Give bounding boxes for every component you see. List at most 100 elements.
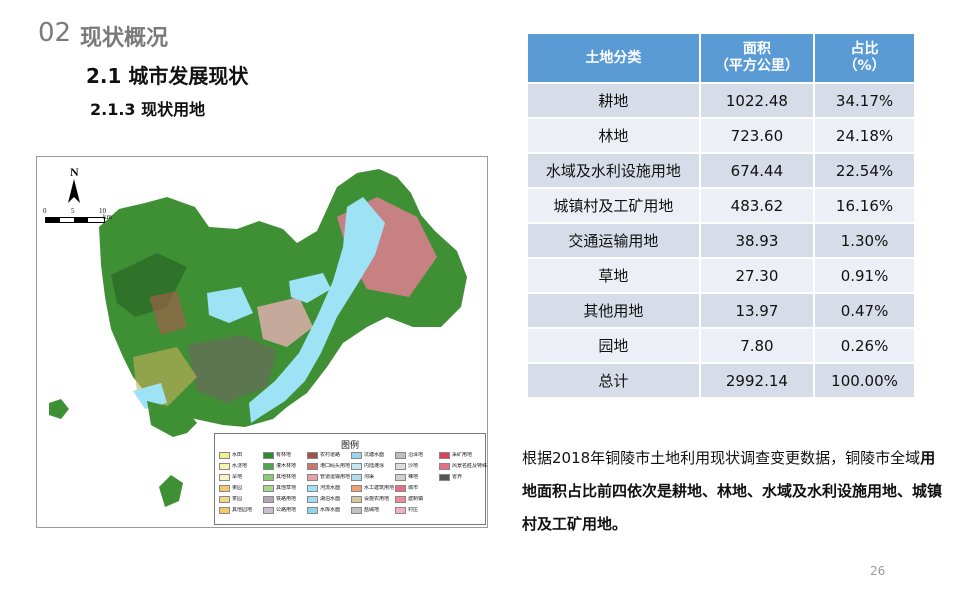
legend-label: 风景名胜及特殊用地 bbox=[452, 464, 488, 469]
legend-label: 沙地 bbox=[408, 464, 419, 469]
table-cell-category: 水域及水利设施用地 bbox=[526, 152, 701, 189]
legend-label: 果园 bbox=[232, 486, 243, 491]
map-legend: 图例 水田 水浇地 旱地 果园 茶园 其他园地 有林地 灌木林地 其他林地 其他草地 铁路用地 公路用… bbox=[214, 433, 487, 525]
table-cell-area: 27.30 bbox=[698, 257, 816, 294]
table-cell-category: 总计 bbox=[526, 362, 701, 399]
legend-swatch bbox=[395, 452, 406, 459]
legend-swatch bbox=[351, 485, 362, 492]
table-cell-area: 2992.14 bbox=[698, 362, 816, 399]
legend-items: 水田 水浇地 旱地 果园 茶园 其他园地 有林地 灌木林地 其他林地 其他草地 铁路用地 公路用地 农村… bbox=[219, 452, 487, 522]
table-cell-category: 园地 bbox=[526, 327, 701, 364]
table-cell-category: 耕地 bbox=[526, 82, 701, 119]
legend-label: 水浇地 bbox=[232, 464, 248, 469]
north-arrow-icon bbox=[68, 179, 80, 203]
legend-label: 建制镇 bbox=[408, 497, 424, 502]
legend-swatch bbox=[263, 507, 274, 514]
table-cell-category: 其他用地 bbox=[526, 292, 701, 329]
table-cell-category: 林地 bbox=[526, 117, 701, 154]
land-use-table: 土地分类 面积 （平方公里） 占比 （%） 耕地 1022.48 34.17% 林地 7… bbox=[526, 32, 916, 399]
legend-swatch bbox=[439, 452, 450, 459]
legend-label: 湖泊水面 bbox=[320, 497, 341, 502]
table-cell-area: 7.80 bbox=[698, 327, 816, 364]
legend-item: 省界 bbox=[439, 474, 487, 484]
table-cell-ratio: 1.30% bbox=[813, 222, 916, 259]
subtitle-level-1: 2.1 城市发展现状 bbox=[86, 64, 249, 88]
legend-item: 城市 bbox=[395, 485, 461, 495]
legend-label: 铁路用地 bbox=[276, 497, 297, 502]
legend-swatch bbox=[307, 463, 318, 470]
table-row: 林地 723.60 24.18% bbox=[526, 117, 916, 154]
table-cell-ratio: 34.17% bbox=[813, 82, 916, 119]
legend-swatch bbox=[395, 474, 406, 481]
legend-item: 风景名胜及特殊用地 bbox=[439, 463, 488, 473]
legend-label: 裸地 bbox=[408, 475, 419, 480]
legend-swatch bbox=[395, 496, 406, 503]
legend-swatch bbox=[263, 496, 274, 503]
section-title: 现状概况 bbox=[80, 26, 169, 51]
legend-label: 有林地 bbox=[276, 453, 292, 458]
legend-label: 旱地 bbox=[232, 475, 243, 480]
legend-swatch bbox=[263, 463, 274, 470]
legend-label: 水工建筑用地 bbox=[364, 486, 395, 491]
summary-text: 根据2018年铜陵市土地利用现状调查变更数据，铜陵市全域用地面积占比前四依次是耕… bbox=[522, 442, 942, 541]
legend-swatch bbox=[307, 507, 318, 514]
legend-title: 图例 bbox=[340, 440, 359, 450]
legend-label: 其他园地 bbox=[232, 508, 253, 513]
legend-swatch bbox=[439, 463, 450, 470]
legend-swatch bbox=[395, 463, 406, 470]
legend-label: 省界 bbox=[452, 475, 463, 480]
table-header-row: 土地分类 面积 （平方公里） 占比 （%） bbox=[526, 32, 916, 84]
north-label: N bbox=[70, 165, 79, 179]
legend-label: 茶园 bbox=[232, 497, 243, 502]
legend-swatch bbox=[395, 507, 406, 514]
legend-label: 沟渠 bbox=[364, 475, 375, 480]
table-row: 草地 27.30 0.91% bbox=[526, 257, 916, 294]
section-number: 02 bbox=[38, 18, 72, 48]
legend-swatch bbox=[351, 452, 362, 459]
legend-label: 水田 bbox=[232, 453, 243, 458]
legend-swatch bbox=[263, 452, 274, 459]
legend-label: 内陆滩涂 bbox=[364, 464, 385, 469]
legend-swatch bbox=[219, 496, 230, 503]
header-area: 面积 （平方公里） bbox=[698, 32, 816, 84]
legend-label: 管道运输用地 bbox=[320, 475, 351, 480]
legend-swatch bbox=[307, 452, 318, 459]
table-cell-area: 723.60 bbox=[698, 117, 816, 154]
table-cell-area: 1022.48 bbox=[698, 82, 816, 119]
header-category: 土地分类 bbox=[526, 32, 701, 84]
legend-label: 坑塘水面 bbox=[364, 453, 385, 458]
table-cell-area: 13.97 bbox=[698, 292, 816, 329]
legend-label: 其他草地 bbox=[276, 486, 297, 491]
page-number: 26 bbox=[870, 564, 886, 578]
legend-label: 采矿用地 bbox=[452, 453, 473, 458]
summary-part-1: 根据2018年铜陵市土地利用现状调查变更数据，铜陵市全域 bbox=[522, 449, 921, 467]
legend-label: 盐碱地 bbox=[364, 508, 380, 513]
table-cell-category: 草地 bbox=[526, 257, 701, 294]
legend-label: 其他林地 bbox=[276, 475, 297, 480]
scale-bar bbox=[45, 217, 105, 223]
table-row: 水域及水利设施用地 674.44 22.54% bbox=[526, 152, 916, 189]
table-cell-area: 674.44 bbox=[698, 152, 816, 189]
table-row: 园地 7.80 0.26% bbox=[526, 327, 916, 364]
table-cell-category: 交通运输用地 bbox=[526, 222, 701, 259]
legend-label: 公路用地 bbox=[276, 508, 297, 513]
legend-label: 沼泽地 bbox=[408, 453, 424, 458]
legend-swatch bbox=[351, 496, 362, 503]
legend-swatch bbox=[395, 485, 406, 492]
scale-tick-5: 5 bbox=[71, 207, 75, 215]
legend-swatch bbox=[219, 452, 230, 459]
legend-swatch bbox=[307, 474, 318, 481]
table-row: 耕地 1022.48 34.17% bbox=[526, 82, 916, 119]
legend-swatch bbox=[263, 485, 274, 492]
table-cell-ratio: 16.16% bbox=[813, 187, 916, 224]
legend-label: 农村道路 bbox=[320, 453, 341, 458]
legend-swatch bbox=[219, 507, 230, 514]
table-cell-ratio: 100.00% bbox=[813, 362, 916, 399]
table-cell-ratio: 0.26% bbox=[813, 327, 916, 364]
legend-label: 水库水面 bbox=[320, 508, 341, 513]
table-row: 交通运输用地 38.93 1.30% bbox=[526, 222, 916, 259]
legend-item: 采矿用地 bbox=[439, 452, 487, 462]
legend-swatch bbox=[351, 463, 362, 470]
table-cell-ratio: 0.91% bbox=[813, 257, 916, 294]
legend-swatch bbox=[307, 496, 318, 503]
